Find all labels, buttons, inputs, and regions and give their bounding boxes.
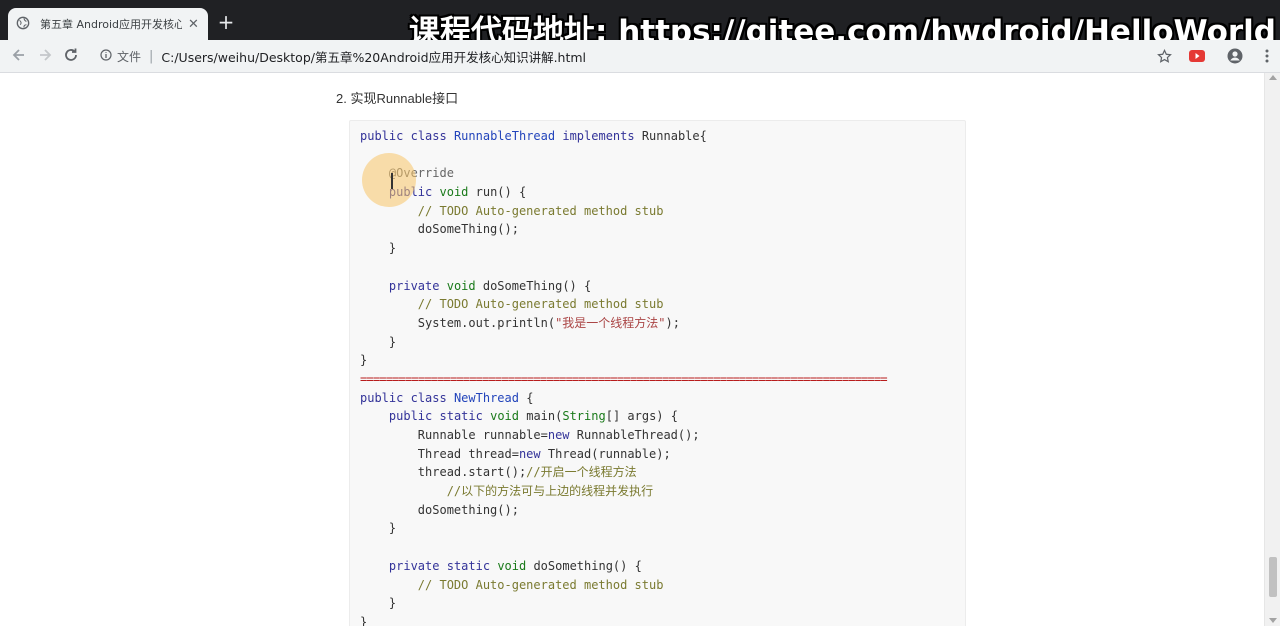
code-line: Runnable runnable=new RunnableThread();: [360, 428, 700, 442]
code-line: // TODO Auto-generated method stub: [417, 577, 664, 592]
tab-title: 第五章 Android应用开发核心知识讲解.html: [40, 18, 182, 31]
code-line: public class RunnableThread implements R…: [360, 129, 707, 143]
url-text: C:/Users/weihu/Desktop/第五章%20Android应用开发…: [161, 49, 587, 65]
tab-strip: 第五章 Android应用开发核心知识讲解.html ✕ + 课程代码地址: h…: [0, 0, 1280, 50]
code-line: Thread thread=new Thread(runnable);: [360, 446, 671, 461]
code-line: }: [360, 614, 368, 626]
omnibox-separator: |: [149, 48, 154, 64]
code-line: public static void main(String[] args) {: [388, 409, 678, 424]
code-line: private static void doSomething() {: [388, 558, 642, 573]
text-cursor-icon: [391, 173, 393, 189]
code-line: System.out.println("我是一个线程方法");: [360, 315, 680, 330]
code-text: public class RunnableThread implements R…: [360, 127, 888, 626]
code-block: public class RunnableThread implements R…: [349, 120, 966, 626]
menu-icon[interactable]: [1258, 47, 1276, 65]
back-icon[interactable]: [10, 47, 28, 65]
extension-icon[interactable]: [1188, 47, 1206, 65]
scroll-up-icon[interactable]: [1269, 75, 1277, 80]
code-line: }: [360, 334, 397, 349]
code-line: }: [360, 521, 397, 536]
vertical-scrollbar[interactable]: [1264, 73, 1280, 626]
code-line: public void run() {: [389, 185, 527, 200]
code-line: public class NewThread {: [360, 390, 534, 405]
code-line: // TODO Auto-generated method stub: [417, 297, 664, 312]
file-info-icon: [100, 48, 112, 64]
new-tab-button[interactable]: +: [216, 12, 236, 32]
section-heading: 2. 实现Runnable接口: [336, 91, 459, 106]
code-line: // TODO Auto-generated method stub: [417, 203, 664, 218]
globe-icon: [16, 16, 32, 32]
page-content: 2. 实现Runnable接口 public class RunnableThr…: [0, 73, 1264, 626]
scroll-down-icon[interactable]: [1269, 618, 1277, 623]
address-bar[interactable]: 文件 | C:/Users/weihu/Desktop/第五章%20Androi…: [92, 44, 1186, 68]
account-icon[interactable]: [1226, 47, 1244, 65]
code-line: }: [360, 353, 368, 368]
browser-tab[interactable]: 第五章 Android应用开发核心知识讲解.html ✕: [8, 8, 208, 40]
reload-icon[interactable]: [62, 47, 80, 65]
mouse-cursor-highlight: [362, 153, 416, 207]
bookmark-star-icon[interactable]: [1155, 47, 1173, 65]
code-line: //以下的方法可与上边的线程并发执行: [446, 484, 654, 499]
file-info-chip[interactable]: 文件: [92, 48, 141, 65]
forward-icon[interactable]: [36, 47, 54, 65]
code-line: ========================================…: [360, 371, 888, 386]
code-line: @Override: [388, 166, 454, 181]
file-chip-label: 文件: [117, 49, 142, 64]
close-tab-icon[interactable]: ✕: [188, 17, 199, 32]
code-line: }: [360, 596, 397, 611]
browser-toolbar: 文件 | C:/Users/weihu/Desktop/第五章%20Androi…: [0, 40, 1280, 73]
code-line: private void doSomeThing() {: [388, 278, 592, 293]
code-line: doSomething();: [360, 502, 519, 517]
scroll-thumb[interactable]: [1269, 557, 1277, 597]
code-line: thread.start();//开启一个线程方法: [360, 465, 637, 480]
code-line: doSomeThing();: [360, 222, 519, 237]
code-line: }: [360, 241, 397, 256]
